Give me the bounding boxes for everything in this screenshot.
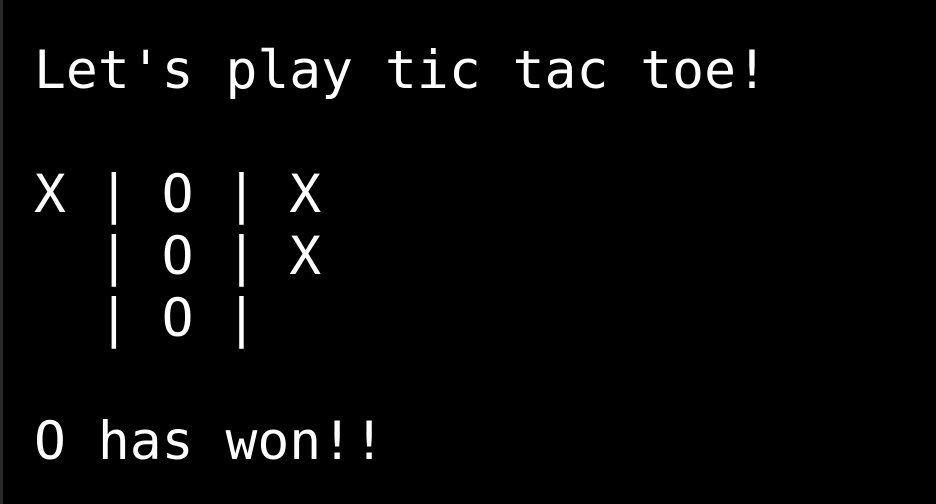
terminal-window: Let's play tic tac toe! X | O | X | O | … [0, 0, 936, 504]
game-result-message: O has won!! [34, 411, 385, 472]
board-row-1: X | O | X [34, 164, 322, 225]
board-row-2: | O | X [34, 226, 322, 287]
welcome-message: Let's play tic tac toe! [34, 40, 768, 101]
board-row-3: | O | [34, 288, 258, 349]
